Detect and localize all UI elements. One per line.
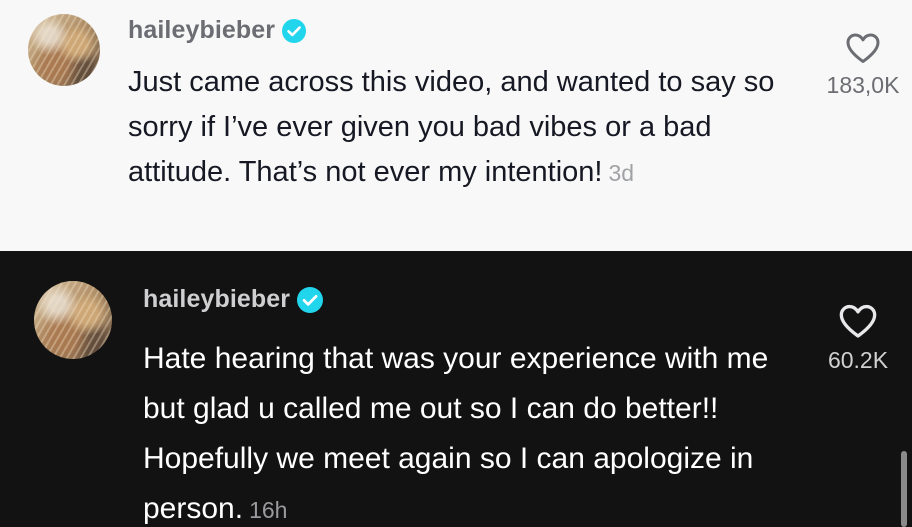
like-button[interactable]: 183,0K bbox=[808, 32, 912, 99]
username[interactable]: haileybieber bbox=[128, 16, 307, 45]
like-button[interactable]: 60.2K bbox=[803, 303, 912, 374]
comment-age: 3d bbox=[608, 160, 635, 186]
comment-text: Just came across this video, and wanted … bbox=[128, 60, 788, 196]
comment-item: haileybieber Just came across this video… bbox=[0, 0, 912, 251]
heart-outline-icon bbox=[839, 304, 877, 338]
comment-item: haileybieber Hate hearing that was your … bbox=[0, 251, 912, 527]
avatar[interactable] bbox=[34, 281, 112, 359]
like-count: 183,0K bbox=[826, 72, 900, 98]
comment-text: Hate hearing that was your experience wi… bbox=[143, 334, 793, 527]
comment-body: Hate hearing that was your experience wi… bbox=[143, 342, 769, 525]
heart-outline-icon bbox=[846, 33, 880, 63]
username-text: haileybieber bbox=[143, 285, 291, 313]
like-count: 60.2K bbox=[827, 347, 889, 373]
verified-badge-icon bbox=[297, 286, 324, 313]
comment-age: 16h bbox=[249, 497, 288, 523]
verified-badge-icon bbox=[282, 18, 307, 43]
username-text: haileybieber bbox=[128, 16, 276, 44]
username[interactable]: haileybieber bbox=[143, 285, 324, 314]
comment-body: Just came across this video, and wanted … bbox=[128, 66, 775, 188]
scrollbar[interactable] bbox=[901, 451, 907, 527]
avatar[interactable] bbox=[28, 14, 100, 86]
